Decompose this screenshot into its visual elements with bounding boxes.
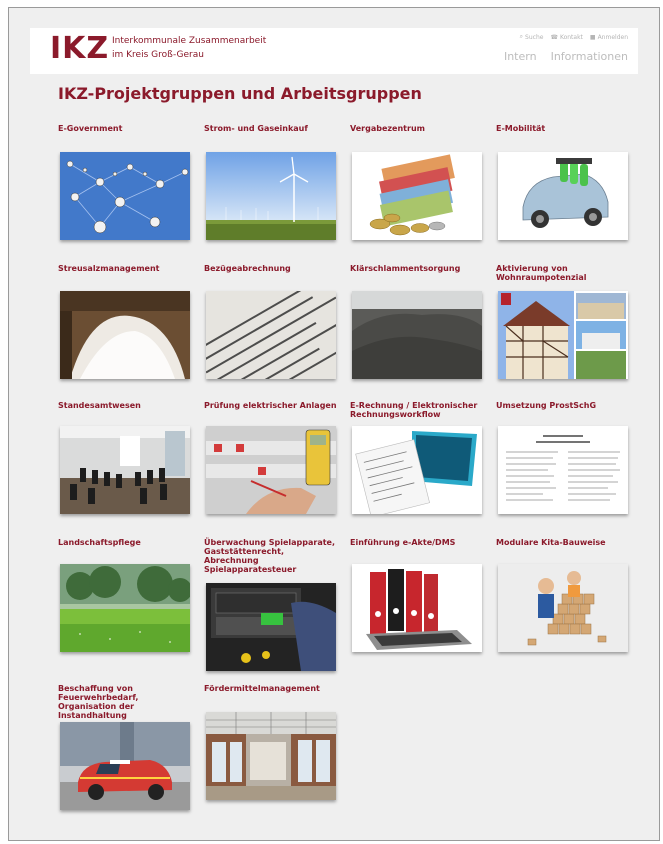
card-bezuegeabrechnung[interactable]: Bezügeabrechnung	[204, 264, 340, 379]
util-login-label: Anmelden	[597, 33, 628, 41]
util-login-link[interactable]: ■ Anmelden	[590, 33, 628, 41]
card-landschaftspflege[interactable]: Landschaftspflege	[58, 538, 194, 652]
card-strom-gaseinkauf[interactable]: Strom- und Gaseinkauf	[204, 124, 340, 240]
card-image-electrical[interactable]	[206, 426, 336, 514]
header-bar: IKZ Interkommunale Zusammenarbeit im Kre…	[30, 28, 638, 74]
card-e-mobilitaet[interactable]: E-Mobilität	[496, 124, 632, 240]
card-image-law[interactable]	[498, 426, 628, 514]
card-title[interactable]: E-Mobilität	[496, 124, 632, 133]
util-contact-label: Kontakt	[559, 33, 583, 41]
page-title: IKZ-Projektgruppen und Arbeitsgruppen	[58, 84, 422, 103]
card-title[interactable]: Modulare Kita-Bauweise	[496, 538, 632, 547]
card-klaerschlamm[interactable]: Klärschlammentsorgung	[350, 264, 486, 379]
util-contact-link[interactable]: ☎ Kontakt	[550, 33, 582, 41]
nav-informationen[interactable]: Informationen	[551, 50, 628, 63]
utility-nav: ⌕ Suche ☎ Kontakt ■ Anmelden	[520, 33, 628, 41]
ikz-logo[interactable]: IKZ	[50, 31, 109, 66]
card-image-slot-machine[interactable]	[206, 583, 336, 671]
card-vergabezentrum[interactable]: Vergabezentrum	[350, 124, 486, 240]
card-image-ecar[interactable]	[498, 152, 628, 240]
phone-icon: ☎	[550, 33, 558, 41]
card-title[interactable]: Fördermittelmanagement	[204, 684, 340, 693]
card-image-loft[interactable]	[206, 712, 336, 800]
card-title[interactable]: Prüfung elektrischer Anlagen	[204, 401, 340, 410]
logo-subtitle-line2: im Kreis Groß-Gerau	[112, 50, 204, 60]
search-icon: ⌕	[519, 33, 524, 40]
card-title[interactable]: Umsetzung ProstSchG	[496, 401, 632, 410]
util-search-label: Suche	[525, 33, 544, 41]
card-image-money[interactable]	[352, 152, 482, 240]
card-title[interactable]: Standesamtwesen	[58, 401, 194, 410]
lock-icon: ■	[589, 33, 596, 41]
card-feuerwehrbedarf[interactable]: Beschaffung von Feuerwehrbedarf, Organis…	[58, 684, 194, 810]
card-title[interactable]: Einführung e-Akte/DMS	[350, 538, 486, 547]
card-spielapparate[interactable]: Überwachung Spielapparate, Gaststättenre…	[204, 538, 340, 671]
card-title[interactable]: Beschaffung von Feuerwehrbedarf, Organis…	[58, 684, 194, 720]
main-nav: Intern Informationen	[504, 50, 628, 63]
card-title[interactable]: Vergabezentrum	[350, 124, 486, 133]
card-image-wedding-hall[interactable]	[60, 426, 190, 514]
card-image-sludge[interactable]	[352, 291, 482, 379]
card-streusalz[interactable]: Streusalzmanagement	[58, 264, 194, 379]
card-title[interactable]: Streusalzmanagement	[58, 264, 194, 273]
card-e-government[interactable]: E-Government	[58, 124, 194, 240]
card-image-houses[interactable]	[498, 291, 628, 379]
card-image-wind[interactable]	[206, 152, 336, 240]
card-image-meadow[interactable]	[60, 564, 190, 652]
card-image-payroll[interactable]	[206, 291, 336, 379]
util-search-link[interactable]: ⌕ Suche	[520, 33, 544, 41]
card-image-network[interactable]	[60, 152, 190, 240]
card-title[interactable]: E-Government	[58, 124, 194, 133]
card-e-akte[interactable]: Einführung e-Akte/DMS	[350, 538, 486, 652]
card-title[interactable]: Bezügeabrechnung	[204, 264, 340, 273]
card-image-einvoice[interactable]	[352, 426, 482, 514]
card-title[interactable]: Landschaftspflege	[58, 538, 194, 547]
card-title[interactable]: Aktivierung von Wohnraumpotenzial	[496, 264, 632, 282]
card-image-kids-blocks[interactable]	[498, 564, 628, 652]
card-title[interactable]: Überwachung Spielapparate, Gaststättenre…	[204, 538, 340, 574]
card-wohnraumpotenzial[interactable]: Aktivierung von Wohnraumpotenzial	[496, 264, 632, 379]
card-image-binders[interactable]	[352, 564, 482, 652]
card-image-fire-car[interactable]	[60, 722, 190, 810]
card-e-rechnung[interactable]: E-Rechnung / Elektronischer Rechnungswor…	[350, 401, 486, 514]
card-image-salt[interactable]	[60, 291, 190, 379]
card-kita-bauweise[interactable]: Modulare Kita-Bauweise	[496, 538, 632, 652]
card-prostschg[interactable]: Umsetzung ProstSchG	[496, 401, 632, 514]
nav-intern[interactable]: Intern	[504, 50, 537, 63]
logo-subtitle-line1: Interkommunale Zusammenarbeit	[112, 36, 267, 46]
card-standesamt[interactable]: Standesamtwesen	[58, 401, 194, 514]
card-title[interactable]: E-Rechnung / Elektronischer Rechnungswor…	[350, 401, 486, 419]
card-foerdermittel[interactable]: Fördermittelmanagement	[204, 684, 340, 800]
card-title[interactable]: Klärschlammentsorgung	[350, 264, 486, 273]
logo-subtitle: Interkommunale Zusammenarbeit im Kreis G…	[112, 34, 266, 62]
card-elektrische-anlagen[interactable]: Prüfung elektrischer Anlagen	[204, 401, 340, 514]
card-title[interactable]: Strom- und Gaseinkauf	[204, 124, 340, 133]
